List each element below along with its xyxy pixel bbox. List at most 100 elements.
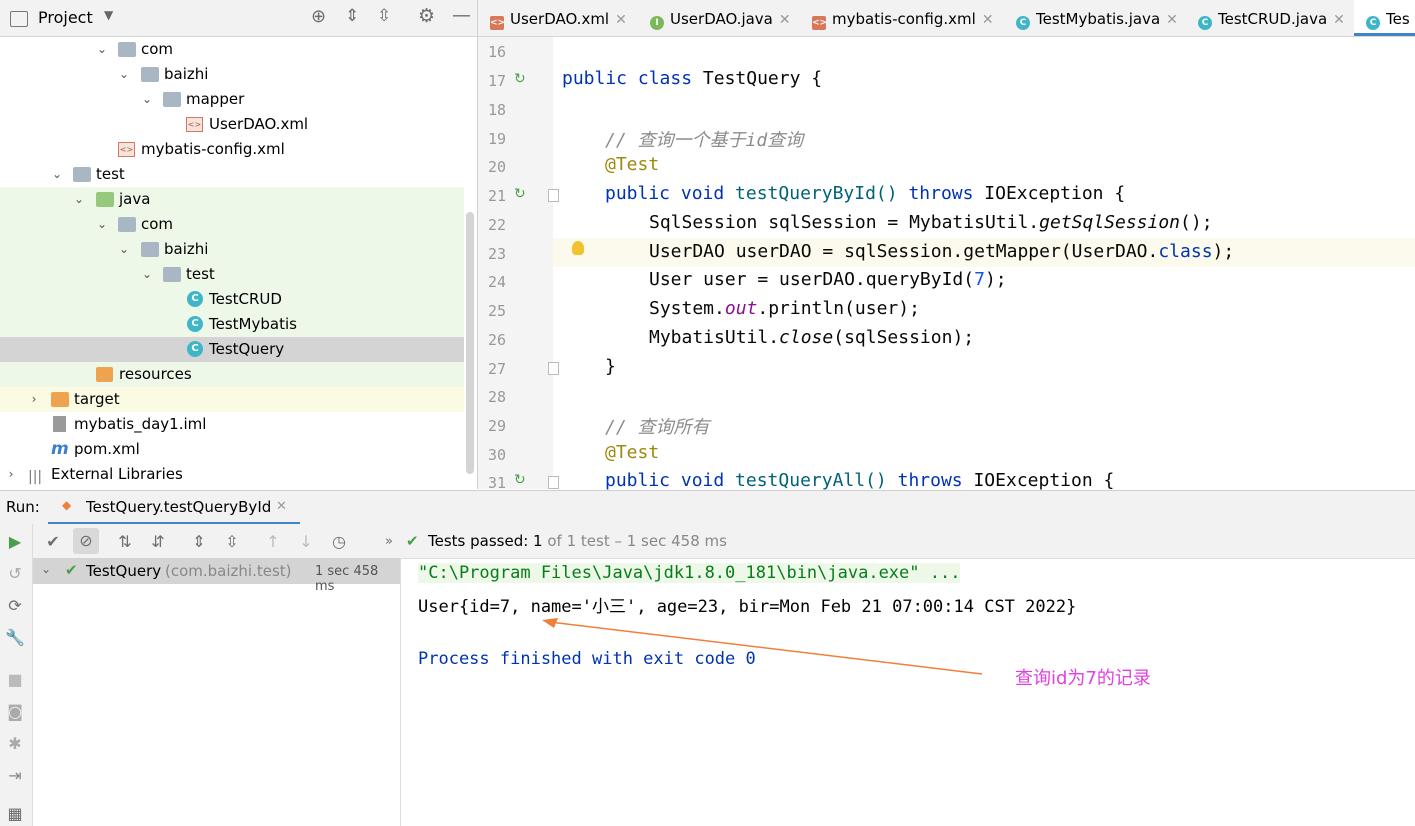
close-icon[interactable]: ✕ [1333,12,1345,28]
arrow-up-icon[interactable]: ↑ [263,532,283,552]
tree-item-baizhi[interactable]: ⌄ baizhi [0,62,464,87]
minimize-icon[interactable]: — [452,4,471,26]
code-line-23[interactable]: UserDAO userDAO = sqlSession.getMapper(U… [649,241,1234,262]
code-line-24[interactable]: User user = userDAO.queryById(7); [649,269,1007,290]
project-scrollbar[interactable] [466,212,474,474]
run-tab[interactable]: ◆ TestQuery.testQueryById ✕ [48,491,300,525]
code-line-17[interactable]: public class TestQuery { [562,68,822,89]
chevron-down-icon[interactable]: ⌄ [95,37,109,62]
close-icon[interactable]: ✕ [982,12,994,28]
rerun-icon[interactable]: ▶ [5,532,25,552]
history-icon[interactable]: ◷ [329,532,349,552]
project-title[interactable]: Project [38,8,93,27]
close-icon[interactable]: ✕ [779,12,791,28]
fold-icon[interactable] [548,189,559,202]
tree-item-external-libraries[interactable]: › ||| External Libraries [0,462,464,487]
toggle-auto-test-icon[interactable]: ⟳ [5,596,25,616]
layout-icon[interactable]: ▦ [5,804,25,824]
run-gutter-icon[interactable]: ↻ [514,71,530,87]
wrench-icon[interactable]: 🔧 [5,628,25,648]
show-passed-icon[interactable]: ✔ [43,532,63,552]
line-number: 21 [487,187,506,205]
chevron-down-icon[interactable]: ⌄ [41,562,51,576]
tree-item-mybatis-config[interactable]: <> mybatis-config.xml [0,137,464,162]
tree-item-iml[interactable]: mybatis_day1.iml [0,412,464,437]
bulb-icon[interactable] [572,241,584,255]
close-icon[interactable]: ✕ [615,12,627,28]
code-line-21[interactable]: public void testQueryById() throws IOExc… [605,183,1125,204]
chevron-down-icon[interactable]: ▼ [104,8,113,22]
tab-testquery[interactable]: C Tes [1354,0,1415,36]
tree-item-label: TestCRUD [209,290,282,308]
chevron-right-icon[interactable]: › [4,462,18,487]
test-row[interactable]: ⌄ ✔ TestQuery (com.baizhi.test) 1 sec 45… [33,558,400,594]
tab-userdao-xml[interactable]: <> UserDAO.xml ✕ [490,0,627,36]
chevron-right-icon[interactable]: › [27,387,41,412]
run-gutter-icon[interactable]: ↻ [514,186,530,202]
tree-item-com[interactable]: ⌄ com [0,212,464,237]
tree-item-testquery[interactable]: C TestQuery [0,337,464,362]
tree-item-mapper[interactable]: ⌄ mapper [0,87,464,112]
collapse-all-icon[interactable]: ⇳ [377,6,391,26]
chevron-down-icon[interactable]: ⌄ [72,187,86,212]
code-line-29[interactable]: // 查询所有 [605,413,710,439]
code-line-27[interactable]: } [605,356,616,377]
camera-icon[interactable]: ◙ [5,702,25,722]
export-icon[interactable]: ⇥ [5,766,25,786]
java-class-icon: C [187,316,203,332]
editor-tab-bar: <> UserDAO.xml ✕ I UserDAO.java ✕ <> mybatis-… [478,0,1415,37]
gear-icon[interactable]: ⚙ [418,5,435,27]
tree-item-testmybatis[interactable]: C TestMybatis [0,312,464,337]
tree-item-baizhi[interactable]: ⌄ baizhi [0,237,464,262]
tree-item-label: test [96,165,125,183]
more-icon[interactable]: » [379,532,399,552]
code-line-19[interactable]: // 查询一个基于id查询 [605,126,803,152]
fold-icon[interactable] [548,362,559,375]
tab-mybatis-config[interactable]: <> mybatis-config.xml ✕ [812,0,994,36]
code-line-25[interactable]: System.out.println(user); [649,298,920,319]
close-icon[interactable]: ✕ [276,499,287,514]
locate-icon[interactable]: ⊕ [311,6,326,27]
tree-item-testcrud[interactable]: C TestCRUD [0,287,464,312]
collapse-all-icon[interactable]: ⇳ [222,532,242,552]
arrow-down-icon[interactable]: ↓ [296,532,316,552]
rerun-failed-icon[interactable]: ↺ [5,564,25,584]
tree-item-pom[interactable]: m pom.xml [0,437,464,462]
tree-item-com[interactable]: ⌄ com [0,37,464,62]
code-token: (); [1180,212,1213,233]
tree-item-resources[interactable]: resources [0,362,464,387]
chevron-down-icon[interactable]: ⌄ [117,62,131,87]
folder-icon [51,392,69,407]
stop-icon[interactable]: ■ [5,670,25,690]
show-ignored-icon[interactable]: ⊘ [73,528,99,554]
tree-item-java[interactable]: ⌄ java [0,187,464,212]
chevron-down-icon[interactable]: ⌄ [50,162,64,187]
package-icon [163,267,181,282]
tree-item-test-package[interactable]: ⌄ test [0,262,464,287]
sort-duration-icon[interactable]: ⇵ [148,532,168,552]
tab-testcrud[interactable]: C TestCRUD.java ✕ [1198,0,1345,36]
expand-all-icon[interactable]: ⇕ [189,532,209,552]
tree-item-test[interactable]: ⌄ test [0,162,464,187]
tree-item-userdao-xml[interactable]: <> UserDAO.xml [0,112,464,137]
code-token: public void [605,470,736,491]
close-icon[interactable]: ✕ [1166,12,1178,28]
code-line-30[interactable]: @Test [605,442,659,463]
run-gutter-icon[interactable]: ↻ [514,472,530,488]
expand-all-icon[interactable]: ⇕ [345,6,359,26]
test-toolbar: ✔ ⊘ ⇅ ⇵ ⇕ ⇳ ↑ ↓ ◷ » ✔ Tests passed: 1 of… [33,524,1415,559]
chevron-down-icon[interactable]: ⌄ [95,212,109,237]
code-line-26[interactable]: MybatisUtil.close(sqlSession); [649,327,974,348]
fold-icon[interactable] [548,476,559,489]
code-line-22[interactable]: SqlSession sqlSession = MybatisUtil.getS… [649,212,1213,233]
chevron-down-icon[interactable]: ⌄ [140,262,154,287]
tree-item-target[interactable]: › target [0,387,464,412]
chevron-down-icon[interactable]: ⌄ [140,87,154,112]
code-line-20[interactable]: @Test [605,154,659,175]
code-line-31[interactable]: public void testQueryAll() throws IOExce… [605,470,1114,491]
debug-icon[interactable]: ✱ [5,734,25,754]
tab-testmybatis[interactable]: C TestMybatis.java ✕ [1016,0,1178,36]
tab-userdao-java[interactable]: I UserDAO.java ✕ [650,0,791,36]
sort-alpha-icon[interactable]: ⇅ [115,532,135,552]
chevron-down-icon[interactable]: ⌄ [117,237,131,262]
